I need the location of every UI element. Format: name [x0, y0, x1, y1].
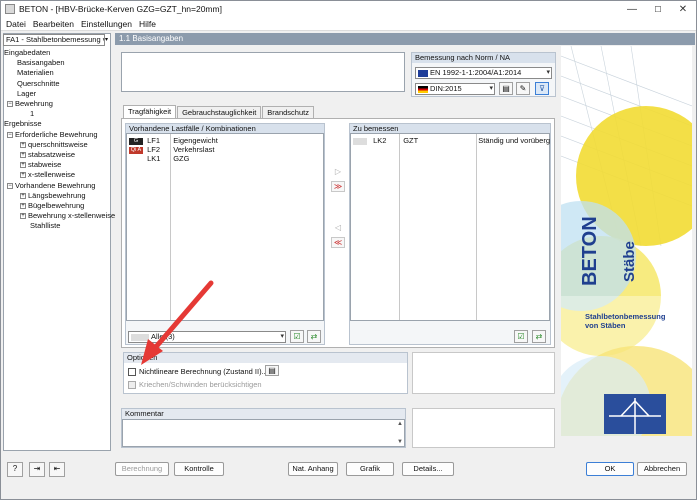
export-icon: ⇤: [53, 464, 61, 473]
ok-button[interactable]: OK: [586, 462, 634, 476]
nat-anhang-button[interactable]: Nat. Anhang: [288, 462, 338, 476]
import-button[interactable]: ⇥: [29, 462, 45, 477]
kontrolle-button[interactable]: Kontrolle: [174, 462, 224, 476]
export-button[interactable]: ⇤: [49, 462, 65, 477]
import-icon: ⇥: [33, 464, 41, 473]
main-window: BETON - [HBV-Brücke-Kerven GZG=GZT_hn=20…: [0, 0, 697, 500]
grafik-button[interactable]: Grafik: [346, 462, 394, 476]
help-icon: ?: [12, 464, 18, 473]
help-button[interactable]: ?: [7, 462, 23, 477]
abbrechen-button[interactable]: Abbrechen: [637, 462, 687, 476]
berechnung-button[interactable]: Berechnung: [115, 462, 169, 476]
details-button[interactable]: Details...: [402, 462, 454, 476]
annotation-arrow: [141, 280, 214, 365]
